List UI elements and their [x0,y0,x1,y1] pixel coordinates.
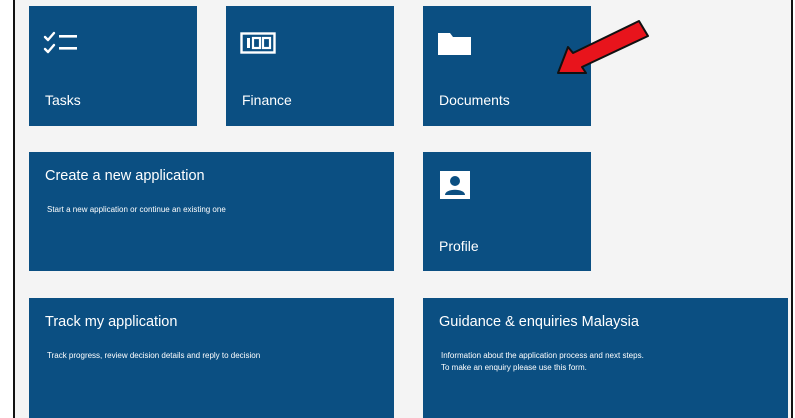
create-application-tile[interactable]: Create a new application Start a new app… [29,152,394,271]
folder-icon [438,33,471,55]
finance-label: Finance [242,92,292,108]
profile-tile[interactable]: Profile [423,152,591,271]
finance-tile[interactable]: Finance [226,6,394,126]
profile-label: Profile [439,238,479,254]
tasks-tile[interactable]: Tasks [29,6,197,126]
create-application-title: Create a new application [45,168,205,184]
track-application-tile[interactable]: Track my application Track progress, rev… [29,298,394,418]
guidance-description-line2: To make an enquiry please use this form. [441,363,587,372]
left-frame-border [0,0,15,418]
create-application-description: Start a new application or continue an e… [47,205,226,214]
right-frame-border [791,0,795,418]
person-card-icon [440,171,470,199]
red-arrow-icon [557,20,649,74]
guidance-description-line1: Information about the application proces… [441,351,644,360]
documents-label: Documents [439,92,510,108]
track-application-description: Track progress, review decision details … [47,351,261,360]
guidance-tile[interactable]: Guidance & enquiries Malaysia Informatio… [423,298,788,418]
tasks-label: Tasks [45,92,81,108]
money-icon [240,32,276,54]
checklist-icon [43,31,77,54]
track-application-title: Track my application [45,314,178,330]
guidance-title: Guidance & enquiries Malaysia [439,314,639,330]
